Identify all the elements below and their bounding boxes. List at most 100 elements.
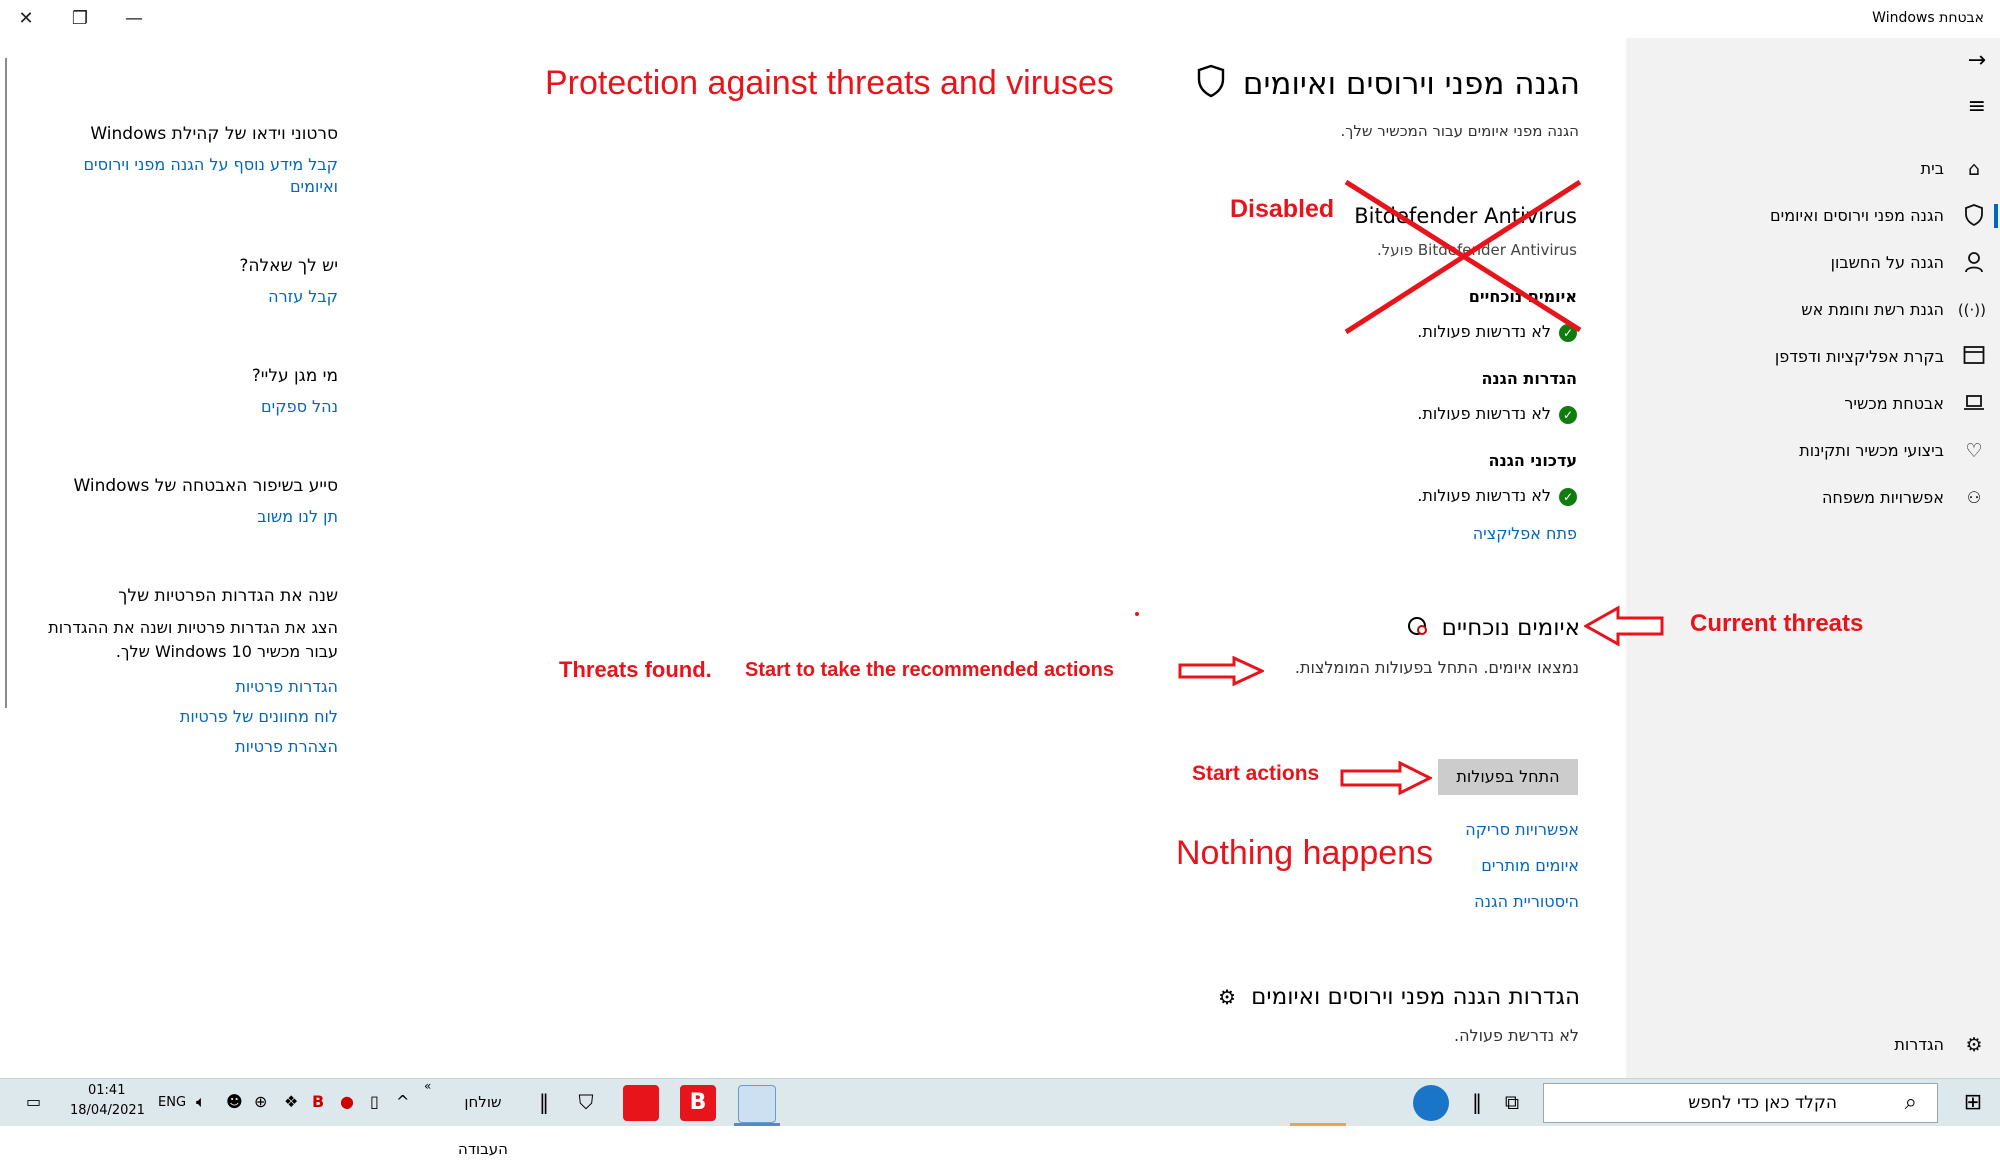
toolbar-expand-icon[interactable]: « xyxy=(424,1079,431,1093)
providers-title: מי מגן עליי? xyxy=(251,366,338,386)
family-icon: ⚇ xyxy=(1966,488,1982,507)
taskbar-search[interactable]: ⌕ הקלד כאן כדי לחפש xyxy=(1543,1083,1938,1123)
check-icon: ✓ xyxy=(1559,487,1577,506)
clock-time[interactable]: 01:41 xyxy=(88,1083,125,1098)
annotation-current-threats: Current threats xyxy=(1690,610,1864,637)
annotation-nothing-happens: Nothing happens xyxy=(1176,834,1434,872)
edge-browser-icon[interactable] xyxy=(1413,1085,1449,1121)
threat-refresh-icon xyxy=(1405,614,1429,642)
help-feedback: סייע בשיפור האבטחה של Windows תן לנו משו… xyxy=(38,476,338,528)
clock-date[interactable]: 18/04/2021 xyxy=(70,1103,145,1118)
help-community: סרטוני וידאו של קהילת Windows קבל מידע נ… xyxy=(38,124,338,198)
sidebar-item-app-browser[interactable]: בקרת אפליקציות ודפדפן xyxy=(1626,337,2000,377)
bitdefender-b-tray-icon[interactable]: B xyxy=(312,1092,324,1111)
annotation-start-actions: Start actions xyxy=(1192,762,1320,785)
sidebar-item-virus-protection[interactable]: הגנה מפני וירוסים ואיומים xyxy=(1626,196,2000,236)
scan-options-link[interactable]: אפשרויות סריקה xyxy=(1465,820,1579,839)
window-title: אבטחת Windows xyxy=(1872,10,1984,26)
threats-text: נמצאו איומים. התחל בפעולות המומלצות. xyxy=(1294,658,1579,677)
sidebar-item-settings[interactable]: ⚙ הגדרות xyxy=(1626,1025,2000,1065)
get-help-link[interactable]: קבל עזרה xyxy=(38,286,338,308)
start-actions-button[interactable]: התחל בפעולות xyxy=(1438,759,1578,795)
language-indicator[interactable]: ENG xyxy=(158,1095,186,1110)
volume-icon[interactable]: 🔈︎ xyxy=(196,1092,206,1112)
feedback-link[interactable]: תן לנו משוב xyxy=(38,506,338,528)
active-indicator xyxy=(1994,204,1998,228)
browser-icon xyxy=(1962,345,1986,369)
privacy-statement-link[interactable]: הצהרת פרטיות xyxy=(38,732,338,762)
globe-icon[interactable]: ⊕ xyxy=(254,1092,267,1111)
open-app-link[interactable]: פתח אפליקציה xyxy=(1473,524,1577,543)
sidebar-item-firewall[interactable]: ((·)) הגנת רשת וחומת אש xyxy=(1626,290,2000,330)
privacy-title: שנה את הגדרות הפרטיות שלך xyxy=(118,586,338,606)
gear-icon: ⚙ xyxy=(1965,1034,1983,1056)
task-view-icon[interactable]: ⧉ xyxy=(1494,1079,1530,1126)
manage-providers-link[interactable]: נהל ספקים xyxy=(38,396,338,418)
back-arrow-icon[interactable]: → xyxy=(1968,48,1986,73)
people-icon[interactable]: ☻ xyxy=(226,1092,243,1111)
start-windows-icon[interactable]: ⊞ xyxy=(1946,1079,2000,1126)
defender-shield-icon[interactable]: ⛉ xyxy=(566,1079,606,1126)
heart-icon: ♡ xyxy=(1965,440,1983,462)
close-button[interactable]: ✕ xyxy=(8,6,44,32)
community-title: סרטוני וידאו של קהילת Windows xyxy=(90,124,338,144)
annotation-start-recommended: Start to take the recommended actions xyxy=(745,659,1114,681)
page-title: הגנה מפני וירוסים ואיומים xyxy=(1242,66,1580,102)
help-question: יש לך שאלה? קבל עזרה xyxy=(38,256,338,308)
desktop-toolbar[interactable]: שולחן העבודה xyxy=(438,1079,528,1158)
arrow-current-threats xyxy=(1584,605,1664,647)
page-header: הגנה מפני וירוסים ואיומים xyxy=(1196,64,1580,102)
sidebar-item-family[interactable]: ⚇ אפשרויות משפחה xyxy=(1626,478,2000,518)
shield-icon xyxy=(1196,64,1226,102)
privacy-settings-link[interactable]: הגדרות פרטיות xyxy=(38,672,338,702)
sidebar-item-account[interactable]: הגנה על החשבון xyxy=(1626,243,2000,283)
scrollbar[interactable] xyxy=(5,58,7,708)
shield-icon xyxy=(1962,204,1986,228)
settings-header: הגדרות הגנה מפני וירוסים ואיומים ⚙ xyxy=(1218,984,1580,1010)
search-placeholder: הקלד כאן כדי לחפש xyxy=(1688,1093,1837,1113)
arrow-start-actions xyxy=(1340,760,1432,796)
protection-updates-status: ✓לא נדרשות פעולות. xyxy=(1417,486,1577,506)
wifi-icon: ((·)) xyxy=(1957,301,1986,319)
sidebar-item-home[interactable]: ⌂ בית xyxy=(1626,149,2000,189)
help-providers: מי מגן עליי? נהל ספקים xyxy=(38,366,338,418)
sidebar-item-device-security[interactable]: אבטחת מכשיר xyxy=(1626,384,2000,424)
taskbar-divider: ‖ xyxy=(1472,1090,1482,1114)
dropbox-icon[interactable]: ❖ xyxy=(284,1092,298,1111)
protection-history-link[interactable]: היסטוריית הגנה xyxy=(1474,892,1579,911)
protection-updates-heading: עדכוני הגנה xyxy=(1488,451,1577,470)
threats-header: איומים נוכחיים xyxy=(1405,614,1580,642)
hamburger-menu-icon[interactable]: ≡ xyxy=(1968,94,1986,119)
bitdefender-icon[interactable]: B xyxy=(680,1085,716,1121)
settings-title: הגדרות הגנה מפני וירוסים ואיומים xyxy=(1251,984,1580,1010)
allowed-threats-link[interactable]: איומים מותרים xyxy=(1481,856,1579,875)
feedback-title: סייע בשיפור האבטחה של Windows xyxy=(73,476,338,496)
restore-button[interactable]: ❐ xyxy=(62,6,98,32)
check-icon: ✓ xyxy=(1559,405,1577,424)
usb-icon[interactable]: ▯ xyxy=(370,1092,379,1111)
arrow-threats-text xyxy=(1178,656,1264,686)
tray-chevron-icon[interactable]: ^ xyxy=(396,1092,409,1111)
taskbar-divider-2: ‖ xyxy=(539,1090,549,1114)
taskbar: ⊞ ⌕ הקלד כאן כדי לחפש ⧉ ‖ B ⛉ ‖ שולחן הע… xyxy=(0,1078,2000,1158)
settings-text: לא נדרשת פעולה. xyxy=(1454,1026,1579,1045)
sidebar-item-device-health[interactable]: ♡ ביצועי מכשיר ותקינות xyxy=(1626,431,2000,471)
bitdefender-shield-icon[interactable] xyxy=(623,1085,659,1121)
protection-settings-status: ✓לא נדרשות פעולות. xyxy=(1417,404,1577,424)
notifications-icon[interactable]: ▭ xyxy=(26,1092,41,1111)
threats-title: איומים נוכחיים xyxy=(1441,615,1580,641)
help-privacy: שנה את הגדרות הפרטיות שלך הצג את הגדרות … xyxy=(38,586,338,762)
laptop-icon xyxy=(1962,392,1986,416)
title-bar: ✕ ❐ — אבטחת Windows xyxy=(0,0,2000,38)
gear-check-icon: ⚙ xyxy=(1218,985,1237,1009)
privacy-dashboard-link[interactable]: לוח מחוונים של פרטיות xyxy=(38,702,338,732)
windows-security-app-icon[interactable] xyxy=(738,1085,776,1123)
search-icon: ⌕ xyxy=(1904,1090,1917,1115)
annotation-disabled: Disabled xyxy=(1230,195,1335,223)
minimize-button[interactable]: — xyxy=(116,6,152,32)
bitdefender-tray-icon[interactable]: ● xyxy=(340,1092,354,1111)
community-link[interactable]: קבל מידע נוסף על הגנה מפני וירוסים ואיומ… xyxy=(38,154,338,198)
privacy-text: הצג את הגדרות פרטיות ושנה את ההגדרות עבו… xyxy=(48,618,338,661)
annotation-threats-found: Threats found. xyxy=(559,657,712,682)
sidebar: → ≡ ⌂ בית הגנה מפני וירוסים ואיומים הגנה… xyxy=(1626,38,2000,1078)
